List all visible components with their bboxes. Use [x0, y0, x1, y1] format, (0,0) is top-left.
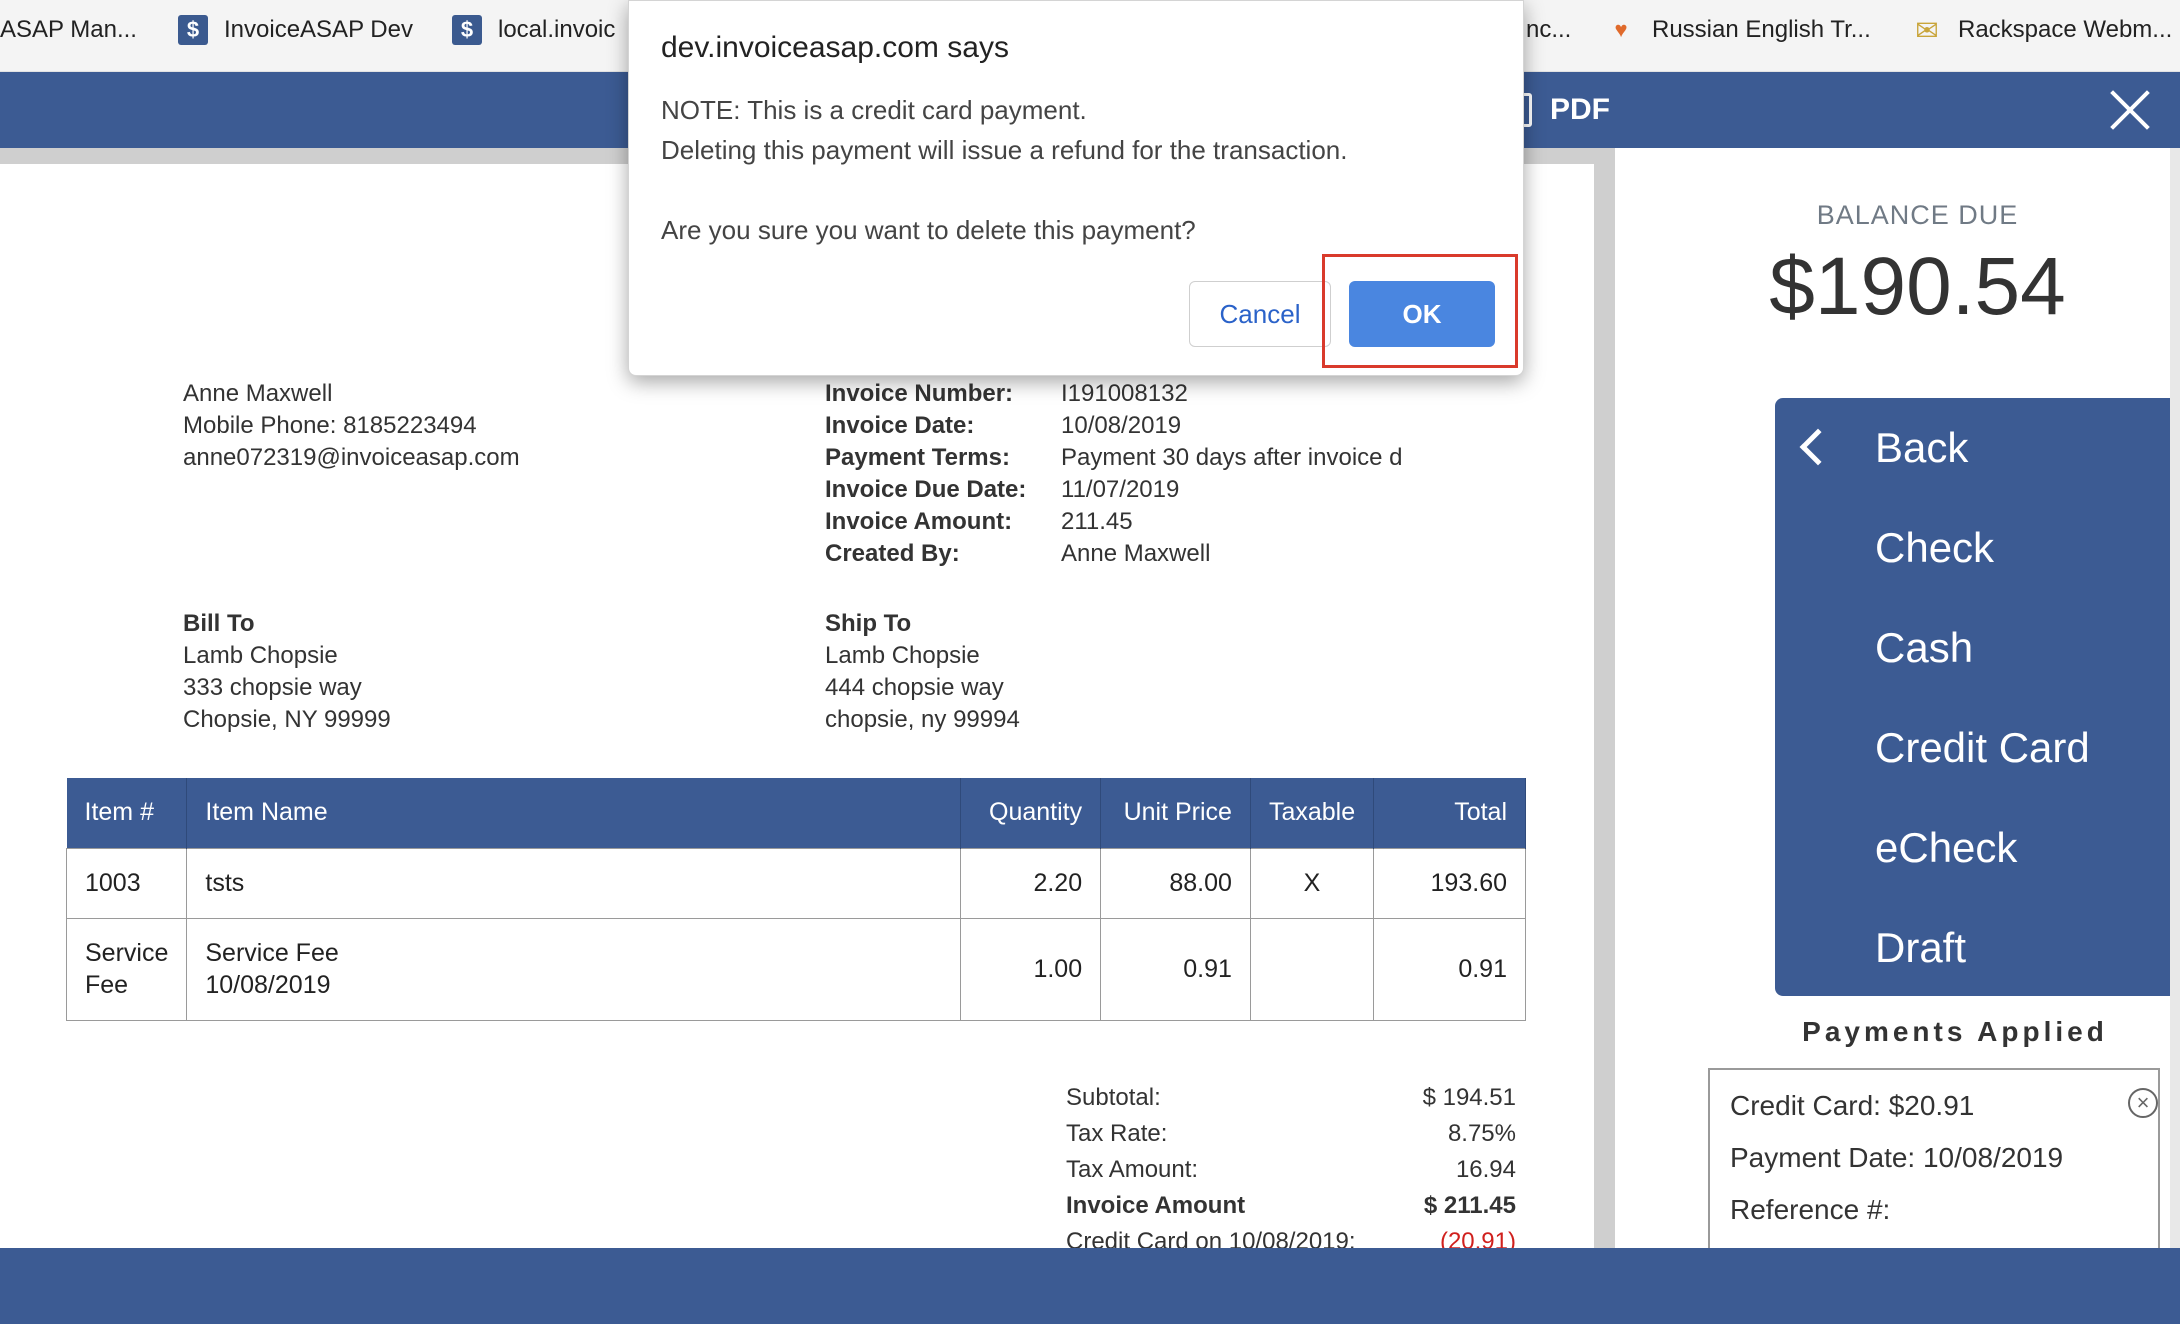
ok-button-highlight [1322, 254, 1518, 368]
ship-to-heading: Ship To [825, 610, 912, 637]
col-item-number: Item # [66, 778, 188, 848]
translate-icon: ♥ [1614, 17, 1628, 42]
bookmark-russian-english[interactable]: ♥ Russian English Tr... [1606, 0, 1870, 60]
dialog-note: NOTE: This is a credit card payment. [661, 95, 1087, 125]
sender-phone: Mobile Phone: 8185223494 [183, 412, 477, 439]
menu-item-cash[interactable]: Cash [1875, 618, 1973, 678]
table-row: Service Fee Service Fee 10/08/2019 1.00 … [65, 917, 1526, 1021]
scrollbar-track[interactable] [2170, 148, 2180, 1248]
bookmark-local-invoice[interactable]: $ local.invoic [452, 0, 615, 60]
col-total: Total [1373, 778, 1526, 848]
dollar-icon: $ [178, 15, 208, 45]
cancel-button[interactable]: Cancel [1189, 281, 1331, 347]
invoice-due-date-value: 11/07/2019 [1061, 476, 1180, 503]
cell-item-name: tsts [186, 847, 962, 919]
dollar-icon: $ [452, 15, 482, 45]
bookmark-asap-manager[interactable]: ASAP Man... [0, 0, 137, 60]
footer-bar [0, 1248, 2180, 1324]
menu-item-back[interactable]: Back [1875, 418, 1968, 478]
bookmark-nc[interactable]: nc... [1526, 0, 1571, 60]
invoice-date-label: Invoice Date: [825, 412, 975, 439]
table-row: 1003 tsts 2.20 88.00 X 193.60 [65, 847, 1526, 919]
invoice-amount-value: 211.45 [1061, 508, 1133, 535]
cell-unit-price: 0.91 [1100, 917, 1251, 1021]
cell-item-number: Service Fee [65, 917, 188, 1021]
col-unit-price: Unit Price [1100, 778, 1251, 848]
dialog-title: dev.invoiceasap.com says [661, 31, 1009, 64]
dialog-refund-warning: Deleting this payment will issue a refun… [661, 135, 1348, 165]
ship-to-city: chopsie, ny 99994 [825, 706, 1020, 733]
payment-terms-label: Payment Terms: [825, 444, 1010, 471]
invoice-due-date-label: Invoice Due Date: [825, 476, 1027, 503]
subtotal-row: Subtotal: $ 194.51 [1066, 1084, 1516, 1111]
cell-taxable: X [1249, 847, 1375, 919]
invoice-number-value: I191008132 [1061, 380, 1188, 407]
created-by-value: Anne Maxwell [1061, 540, 1211, 567]
chevron-left-icon[interactable] [1799, 428, 1837, 466]
menu-item-check[interactable]: Check [1875, 518, 1994, 578]
applied-payment-card: Credit Card: $20.91 Payment Date: 10/08/… [1708, 1068, 2160, 1268]
invoice-totals: Subtotal: $ 194.51 Tax Rate: 8.75% Tax A… [1066, 1080, 1516, 1260]
bookmark-rackspace[interactable]: ✉ Rackspace Webm... [1912, 0, 2172, 60]
payment-date: Payment Date: 10/08/2019 [1730, 1142, 2064, 1173]
menu-item-echeck[interactable]: eCheck [1875, 818, 2017, 878]
bill-to-city: Chopsie, NY 99999 [183, 706, 391, 733]
balance-due-label: BALANCE DUE [1816, 200, 2019, 230]
col-taxable: Taxable [1250, 778, 1375, 848]
invoice-amount-row: Invoice Amount $ 211.45 [1066, 1192, 1516, 1219]
cell-item-number: 1003 [65, 847, 188, 919]
ship-to-street: 444 chopsie way [825, 674, 1004, 701]
invoice-number-label: Invoice Number: [825, 380, 1014, 407]
cell-total: 193.60 [1373, 847, 1526, 919]
tax-rate-row: Tax Rate: 8.75% [1066, 1120, 1516, 1147]
line-items-table: Item # Item Name Quantity Unit Price Tax… [65, 778, 1526, 1021]
mail-icon: ✉ [1915, 14, 1939, 46]
bill-to-name: Lamb Chopsie [183, 642, 338, 669]
payment-terms-value: Payment 30 days after invoice d [1061, 444, 1403, 471]
bookmark-invoiceasap-dev[interactable]: $ InvoiceASAP Dev [178, 0, 413, 60]
cell-unit-price: 88.00 [1100, 847, 1251, 919]
payment-panel: BALANCE DUE $190.54 Back Check Cash Cred… [1615, 148, 2180, 1268]
col-quantity: Quantity [960, 778, 1102, 848]
payment-type: Credit Card: $20.91 [1730, 1090, 1975, 1121]
bill-to-street: 333 chopsie way [183, 674, 362, 701]
ship-to-name: Lamb Chopsie [825, 642, 980, 669]
cell-item-name: Service Fee 10/08/2019 [186, 917, 962, 1021]
menu-item-credit-card[interactable]: Credit Card [1875, 718, 2090, 778]
dialog-question: Are you sure you want to delete this pay… [661, 215, 1196, 245]
invoice-amount-label: Invoice Amount: [825, 508, 1013, 535]
bill-to-heading: Bill To [183, 610, 255, 637]
payment-method-menu: Back Check Cash Credit Card eCheck Draft [1775, 398, 2180, 996]
col-item-name: Item Name [186, 778, 962, 848]
sender-name: Anne Maxwell [183, 380, 333, 407]
payments-applied-title: Payments Applied [1802, 1016, 2108, 1047]
cell-taxable [1249, 917, 1375, 1021]
menu-item-draft[interactable]: Draft [1875, 918, 1966, 978]
close-icon[interactable] [2108, 88, 2152, 132]
balance-due-amount: $190.54 [1769, 241, 2066, 332]
invoice-date-value: 10/08/2019 [1061, 412, 1182, 439]
created-by-label: Created By: [825, 540, 960, 567]
cell-total: 0.91 [1373, 917, 1526, 1021]
pdf-button[interactable]: PDF [1510, 86, 1610, 134]
table-header-row: Item # Item Name Quantity Unit Price Tax… [66, 778, 1526, 848]
cell-quantity: 2.20 [960, 847, 1102, 919]
payment-reference: Reference #: [1730, 1194, 1891, 1225]
delete-payment-icon[interactable]: × [2128, 1088, 2158, 1118]
sender-email: anne072319@invoiceasap.com [183, 444, 520, 471]
cell-quantity: 1.00 [960, 917, 1102, 1021]
tax-amount-row: Tax Amount: 16.94 [1066, 1156, 1516, 1183]
